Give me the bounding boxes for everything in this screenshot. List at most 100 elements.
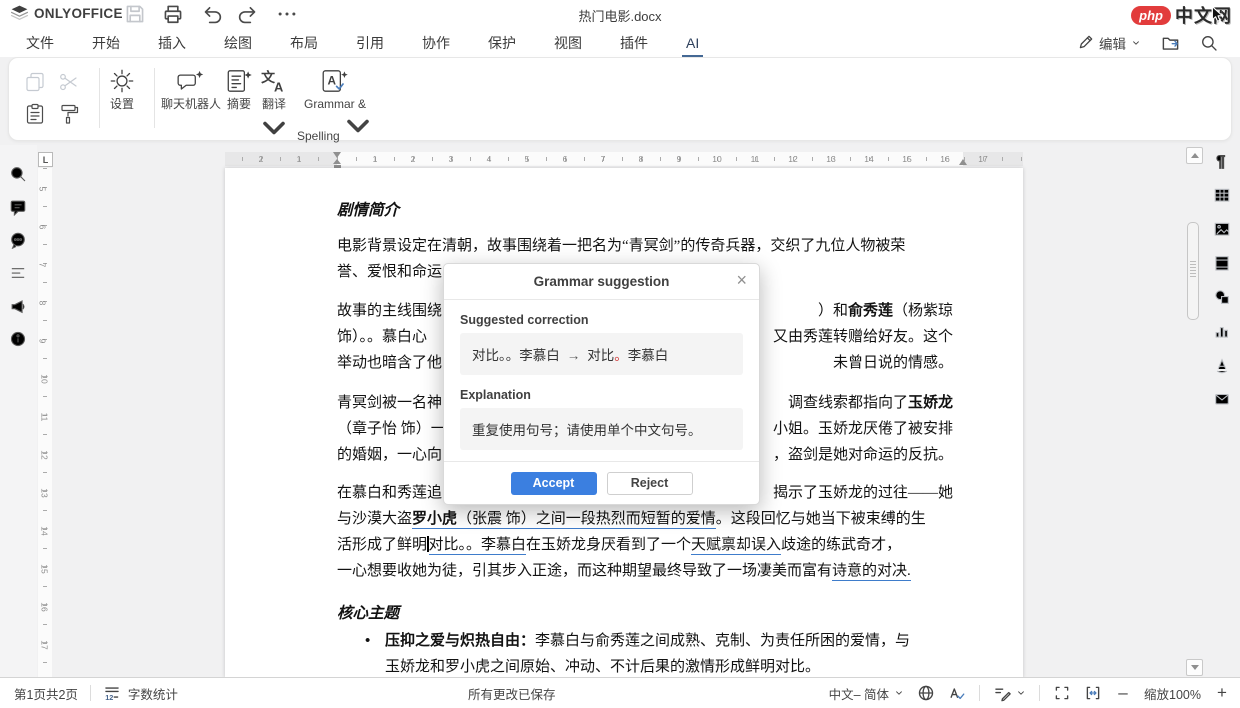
search-icon[interactable]	[0, 163, 36, 185]
close-icon[interactable]: ×	[736, 270, 747, 290]
document-heading: 剧情简介	[337, 198, 953, 220]
paragraph-settings-icon[interactable]: ¶	[1204, 150, 1240, 172]
about-icon[interactable]	[0, 328, 36, 350]
translate-button[interactable]: 文A 翻译	[259, 66, 289, 143]
feedback-icon[interactable]	[0, 295, 36, 317]
page-number-indicator[interactable]: 第1页共2页	[14, 684, 78, 703]
copy-icon[interactable]	[23, 70, 47, 94]
save-icon[interactable]	[124, 3, 146, 25]
cut-icon[interactable]	[57, 70, 81, 94]
image-settings-icon[interactable]	[1204, 218, 1240, 240]
more-options-icon[interactable]	[276, 3, 298, 25]
document-title: 热门电影.docx	[578, 6, 661, 25]
textart-settings-icon[interactable]	[1204, 354, 1240, 376]
tab-7[interactable]: 保护	[486, 29, 518, 57]
grammar-label-2: Spelling	[297, 129, 340, 143]
document-text-line: 与沙漠大盗罗小虎（张震 饰）之间一段热烈而短暂的爱情。这段回忆与她当下被束缚的生	[337, 507, 953, 529]
shape-settings-icon[interactable]	[1204, 286, 1240, 308]
chat-icon[interactable]	[0, 229, 36, 251]
track-changes-selector[interactable]	[993, 684, 1026, 702]
text-run: 誉、爱恨和命运	[337, 264, 442, 280]
zoom-out-button[interactable]: –	[1115, 685, 1131, 701]
document-text-line: 玉娇龙和罗小虎之间原始、冲动、不计后果的激情形成鲜明对比。	[337, 655, 1001, 677]
scroll-down-button[interactable]	[1186, 659, 1203, 676]
scroll-up-button[interactable]	[1186, 147, 1203, 164]
header-footer-settings-icon[interactable]	[1204, 252, 1240, 274]
chevron-down-icon	[259, 113, 289, 143]
onlyoffice-logo-icon	[10, 4, 29, 23]
summary-label: 摘要	[227, 98, 251, 111]
open-file-location-icon[interactable]	[1161, 33, 1180, 52]
ruler-number: 12	[40, 450, 50, 459]
dialog-title: Grammar suggestion	[534, 274, 670, 289]
copy-style-icon[interactable]	[57, 102, 81, 126]
spellcheck-icon[interactable]	[948, 684, 966, 702]
hanging-indent-marker[interactable]	[333, 159, 341, 164]
chart-settings-icon[interactable]	[1204, 320, 1240, 342]
tab-6[interactable]: 协作	[420, 29, 452, 57]
svg-text:A: A	[274, 80, 283, 95]
set-language-globe-icon[interactable]	[917, 684, 935, 702]
gear-icon	[107, 66, 137, 96]
tab-0[interactable]: 文件	[24, 29, 56, 57]
document-language-selector[interactable]: 中文– 简体	[829, 684, 904, 703]
ruler-number: 5	[37, 187, 47, 192]
ruler-number: 16	[40, 602, 50, 611]
accept-button[interactable]: Accept	[511, 472, 597, 495]
text-run: 青冥剑被一名神	[337, 395, 442, 411]
horizontal-ruler[interactable]: 123456789101112131415161721	[225, 152, 1023, 166]
save-status-text: 所有更改已保存	[468, 684, 556, 703]
grammar-spelling-button[interactable]: A Grammar & Spelling	[297, 66, 373, 143]
undo-icon[interactable]	[200, 3, 222, 25]
summary-icon	[224, 66, 254, 96]
fit-to-page-icon[interactable]	[1053, 684, 1071, 702]
tab-2[interactable]: 插入	[156, 29, 188, 57]
text-run: ）和	[818, 303, 848, 319]
tab-1[interactable]: 开始	[90, 29, 122, 57]
navigation-icon[interactable]	[0, 262, 36, 284]
chatbot-button[interactable]: 聊天机器人	[161, 66, 221, 111]
text-run: 与沙漠大盗	[337, 511, 412, 527]
word-count-label: 字数统计	[128, 684, 178, 703]
fit-to-width-icon[interactable]	[1084, 684, 1102, 702]
text-run: 电影背景设定在清朝，故事围绕着一把名为“青冥剑”的传奇兵器，交织了九位人物被荣	[337, 238, 905, 254]
tab-8[interactable]: 视图	[552, 29, 584, 57]
zoom-in-button[interactable]: +	[1214, 685, 1230, 701]
edit-mode-selector[interactable]: 编辑	[1077, 33, 1141, 53]
comments-icon[interactable]	[0, 196, 36, 218]
reject-button[interactable]: Reject	[607, 472, 693, 495]
text-run: 核心主题	[337, 605, 399, 622]
ruler-number: 11	[39, 413, 49, 422]
ruler-number: 12	[788, 154, 797, 164]
text-run: ，盗剑是她对命运的反抗。	[773, 447, 953, 463]
vertical-ruler[interactable]: 567891011121314151617	[38, 168, 52, 678]
word-count-button[interactable]: 12 字数统计	[103, 684, 178, 703]
summarization-button[interactable]: 摘要	[224, 66, 254, 111]
text-run: 活形成了鲜明	[337, 537, 427, 553]
tab-bar: 文件 开始 插入 绘图 布局 引用 协作 保护 视图 插件 AI	[24, 28, 701, 57]
left-rail-icons	[0, 145, 37, 350]
scrollbar-thumb[interactable]	[1187, 222, 1199, 320]
dialog-header[interactable]: Grammar suggestion ×	[444, 264, 759, 300]
print-icon[interactable]	[162, 3, 184, 25]
mailmerge-icon[interactable]	[1204, 388, 1240, 410]
tab-9[interactable]: 插件	[618, 29, 650, 57]
redo-icon[interactable]	[238, 3, 260, 25]
table-settings-icon[interactable]	[1204, 184, 1240, 206]
chevron-down-icon	[1131, 39, 1141, 47]
text-run: 。这段回忆与她当下被束缚的生	[716, 511, 926, 527]
translate-icon: 文A	[259, 66, 289, 96]
paste-icon[interactable]	[23, 102, 47, 126]
tab-4[interactable]: 布局	[288, 29, 320, 57]
text-run: 对比。。李慕白	[429, 537, 527, 555]
tab-stop-selector[interactable]: L	[38, 152, 53, 167]
title-bar: ONLYOFFICE 热门电影.docx php 中文网	[0, 0, 1240, 28]
correction-text: 。	[614, 348, 628, 363]
search-icon[interactable]	[1200, 34, 1218, 52]
right-indent-marker[interactable]	[959, 159, 967, 165]
ai-settings-button[interactable]: 设置	[107, 66, 137, 111]
first-line-indent-marker[interactable]	[333, 152, 341, 158]
tab-3[interactable]: 绘图	[222, 29, 254, 57]
tab-5[interactable]: 引用	[354, 29, 386, 57]
tab-ai-active[interactable]: AI	[684, 31, 701, 55]
